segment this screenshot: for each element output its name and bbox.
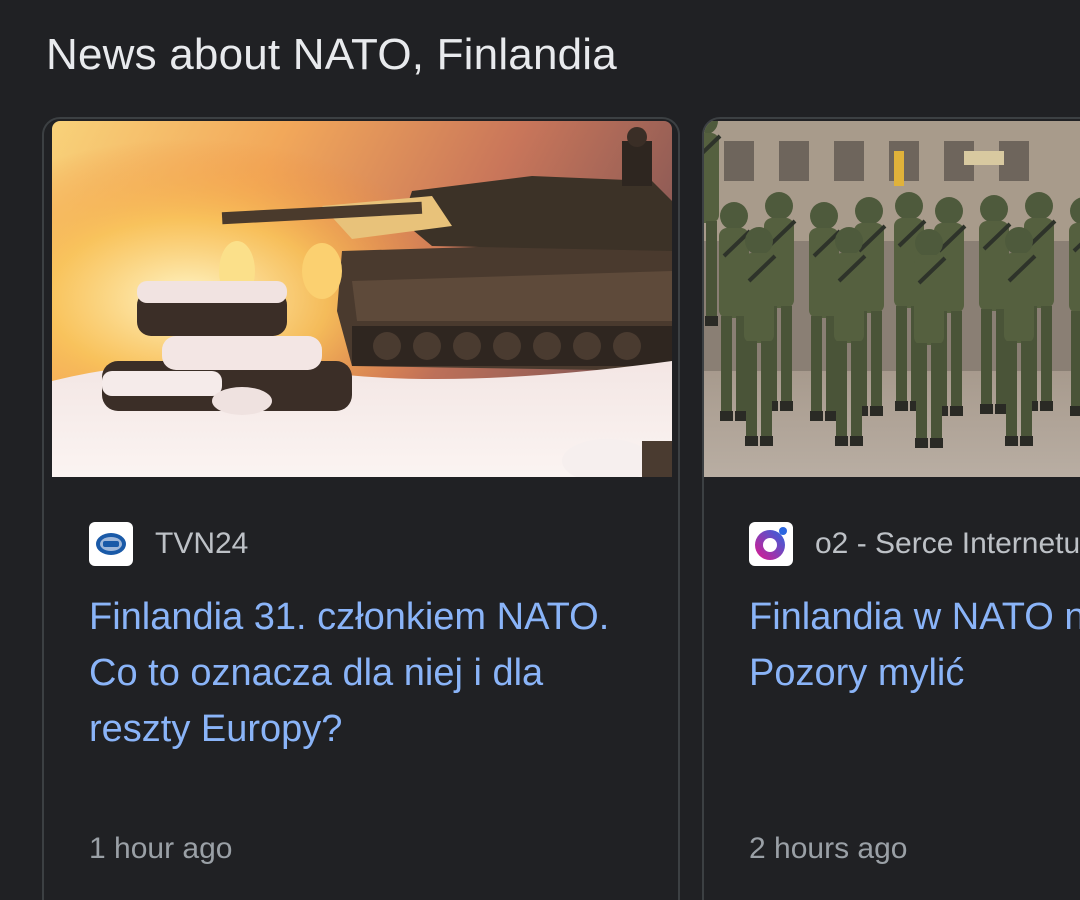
timestamp: 2 hours ago xyxy=(749,832,908,865)
news-source: o2 - Serce Internetu xyxy=(749,521,1080,567)
tvn24-logo-icon xyxy=(89,522,133,566)
soldiers-in-formation-image[interactable] xyxy=(704,121,1080,477)
news-carousel[interactable]: TVN24 Finlandia 31. członkiem NATO. Co t… xyxy=(0,117,1080,900)
news-page: News about NATO, Finlandia TVN24 Finland… xyxy=(0,0,1080,900)
headline-link[interactable]: Finlandia 31. członkiem NATO. Co to ozna… xyxy=(89,589,649,757)
source-name: o2 - Serce Internetu xyxy=(815,527,1080,560)
soldiers-image-graphic xyxy=(704,121,1080,477)
source-name: TVN24 xyxy=(155,527,249,560)
news-card[interactable]: TVN24 Finlandia 31. członkiem NATO. Co t… xyxy=(42,117,680,900)
news-card[interactable]: o2 - Serce Internetu Finlandia w NATO na… xyxy=(702,117,1080,900)
section-title: News about NATO, Finlandia xyxy=(46,30,617,79)
tank-image-graphic xyxy=(52,121,672,477)
news-source: TVN24 xyxy=(89,521,248,567)
o2-logo-graphic xyxy=(755,527,787,560)
headline-link[interactable]: Finlandia w NATO na jej armię. Pozory my… xyxy=(749,589,1080,701)
tank-firing-in-snow-image[interactable] xyxy=(52,121,672,477)
o2-logo-icon xyxy=(749,522,793,566)
tvn24-logo-graphic xyxy=(96,533,126,555)
timestamp: 1 hour ago xyxy=(89,832,233,865)
